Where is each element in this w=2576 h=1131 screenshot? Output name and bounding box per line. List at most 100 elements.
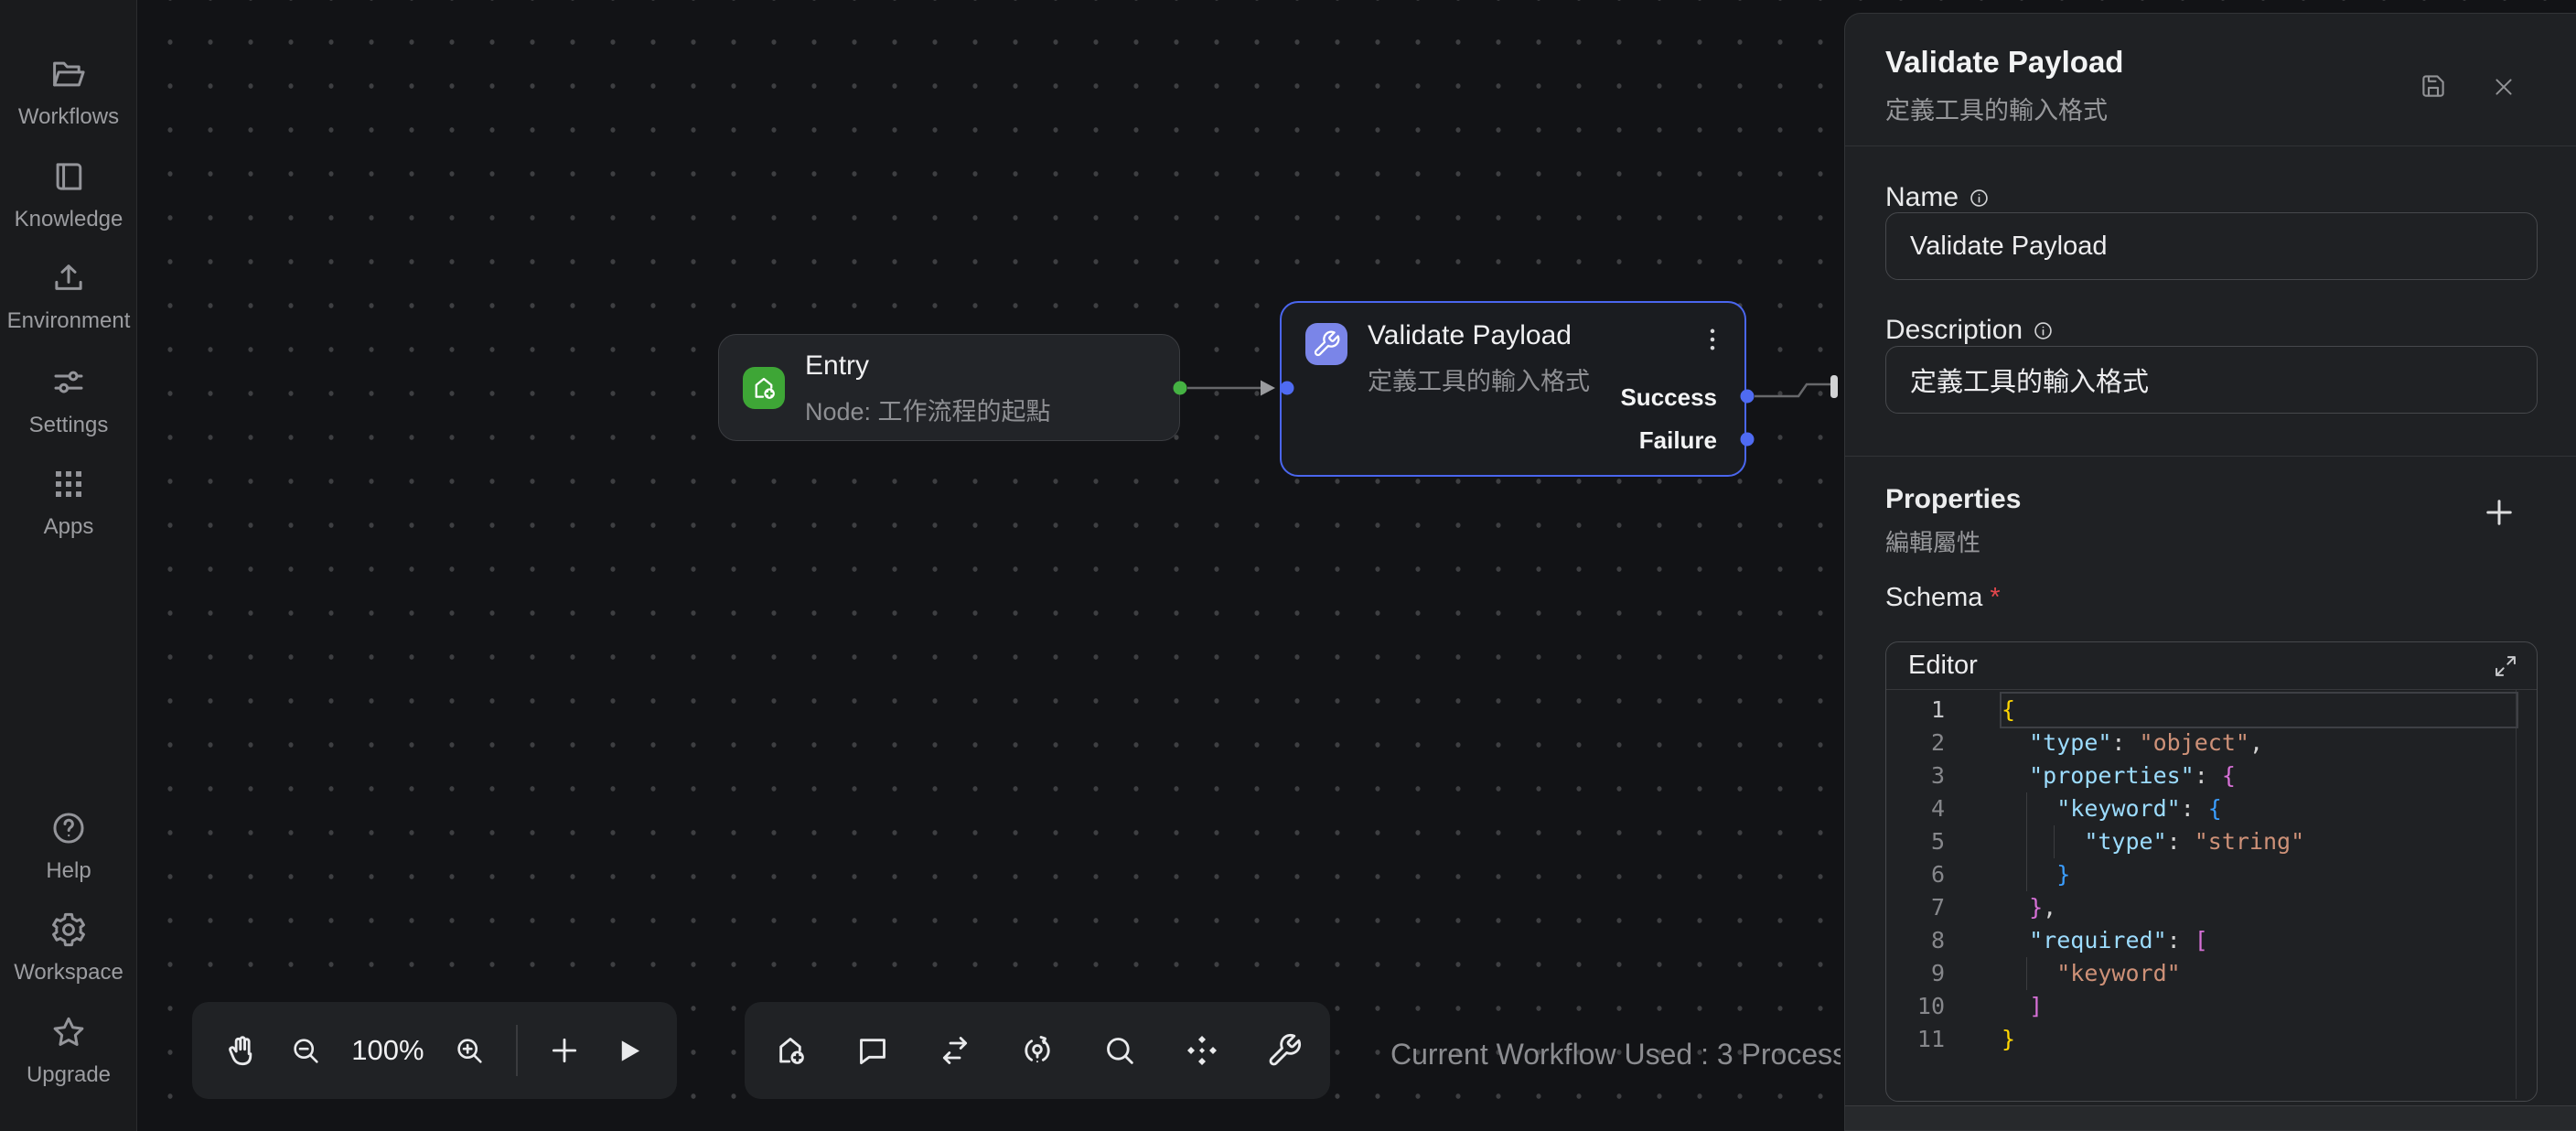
code-line[interactable]: 8 "required": [ xyxy=(1886,924,2537,957)
idea-refresh-icon xyxy=(1019,1032,1056,1069)
save-button[interactable] xyxy=(2420,72,2447,100)
schema-label: Schema* xyxy=(1885,583,2001,613)
info-icon[interactable] xyxy=(2033,320,2054,341)
code-line[interactable]: 5 "type": "string" xyxy=(1886,825,2537,858)
zoom-toolbar: 100% xyxy=(192,1002,677,1099)
sidebar-item-apps[interactable]: Apps xyxy=(0,465,137,540)
editor-header: Editor xyxy=(1886,642,2537,690)
grid-dots-icon xyxy=(49,465,88,503)
indent-guide xyxy=(2026,858,2027,891)
indent-guide xyxy=(2026,792,2027,825)
code-line[interactable]: 1{ xyxy=(1886,694,2537,727)
line-number: 7 xyxy=(1886,891,1945,924)
node-entry[interactable]: Entry Node: 工作流程的起點 xyxy=(718,334,1180,441)
sidebar-item-upgrade[interactable]: Upgrade xyxy=(0,1013,137,1088)
indent-guide xyxy=(2026,957,2027,990)
magnifier-plus-icon xyxy=(453,1034,487,1068)
zoom-out-button[interactable] xyxy=(289,1034,323,1068)
code-line[interactable]: 6 } xyxy=(1886,858,2537,891)
code-line[interactable]: 9 "keyword" xyxy=(1886,957,2537,990)
book-icon xyxy=(49,157,88,196)
hand-icon xyxy=(223,1032,260,1069)
sidebar-item-knowledge[interactable]: Knowledge xyxy=(0,157,137,232)
search-button[interactable] xyxy=(1101,1032,1138,1069)
idea-refresh-button[interactable] xyxy=(1019,1032,1056,1069)
info-icon[interactable] xyxy=(1969,188,1990,209)
node-title: Validate Payload xyxy=(1368,320,1572,351)
zoom-in-button[interactable] xyxy=(453,1034,487,1068)
sliders-icon xyxy=(49,363,88,402)
home-plus-icon xyxy=(772,1032,809,1069)
line-number: 11 xyxy=(1886,1023,1945,1056)
tools-toolbar xyxy=(745,1002,1330,1099)
close-icon xyxy=(2491,74,2517,100)
code-line[interactable]: 7 }, xyxy=(1886,891,2537,924)
wrench-icon xyxy=(1266,1032,1303,1069)
description-input[interactable] xyxy=(1885,346,2538,414)
divider xyxy=(1845,145,2576,146)
properties-subtitle: 編輯屬性 xyxy=(1885,524,1980,558)
line-number: 2 xyxy=(1886,727,1945,759)
validate-node-tile xyxy=(1305,323,1347,365)
run-workflow-button[interactable] xyxy=(612,1034,646,1068)
line-number: 1 xyxy=(1886,694,1945,727)
code-line[interactable]: 2 "type": "object", xyxy=(1886,727,2537,759)
name-input[interactable] xyxy=(1885,212,2538,280)
panel-scroll-strip xyxy=(1845,1105,2576,1130)
sidebar-item-settings[interactable]: Settings xyxy=(0,363,137,438)
move-diamond-icon xyxy=(1184,1032,1220,1069)
line-number: 6 xyxy=(1886,858,1945,891)
magnifier-minus-icon xyxy=(289,1034,323,1068)
code-lines[interactable]: 1{2 "type": "object",3 "properties": {4 … xyxy=(1886,690,2537,1099)
sidebar-item-label: Workflows xyxy=(0,104,137,130)
indent-guide xyxy=(2054,825,2055,858)
add-node-button[interactable] xyxy=(546,1032,583,1069)
close-panel-button[interactable] xyxy=(2491,74,2517,100)
code-line[interactable]: 10 ] xyxy=(1886,990,2537,1023)
editor-title: Editor xyxy=(1908,651,1978,681)
code-line[interactable]: 3 "properties": { xyxy=(1886,759,2537,792)
swap-connections-button[interactable] xyxy=(937,1032,973,1069)
plus-icon xyxy=(2480,493,2518,532)
panel-subtitle: 定義工具的輸入格式 xyxy=(1885,91,2108,126)
tools-button[interactable] xyxy=(1266,1032,1303,1069)
sidebar-item-label: Environment xyxy=(0,308,137,334)
add-property-button[interactable] xyxy=(2480,493,2518,532)
sidebar-item-help[interactable]: Help xyxy=(0,809,137,884)
panel-title: Validate Payload xyxy=(1885,45,2123,80)
output-label-success: Success xyxy=(1620,383,1717,412)
arrange-button[interactable] xyxy=(1184,1032,1220,1069)
node-menu-kebab-icon[interactable] xyxy=(1697,321,1728,358)
play-icon xyxy=(612,1034,646,1068)
schema-editor: Editor 1{2 "type": "object",3 "propertie… xyxy=(1885,641,2538,1102)
add-entry-node-button[interactable] xyxy=(772,1032,809,1069)
sidebar-item-workspace[interactable]: Workspace xyxy=(0,910,137,986)
code-line[interactable]: 11} xyxy=(1886,1023,2537,1056)
zoom-level[interactable]: 100% xyxy=(351,1034,424,1067)
expand-icon xyxy=(2493,653,2518,679)
node-subtitle: Node: 工作流程的起點 xyxy=(805,392,1051,427)
sidebar-item-label: Workspace xyxy=(0,960,137,986)
line-number: 9 xyxy=(1886,957,1945,990)
indent-guide xyxy=(2026,825,2027,858)
pan-button[interactable] xyxy=(223,1032,260,1069)
upload-icon xyxy=(49,259,88,297)
line-number: 10 xyxy=(1886,990,1945,1023)
folder-icon xyxy=(49,55,88,93)
sidebar-item-label: Help xyxy=(0,858,137,884)
sidebar-item-label: Apps xyxy=(0,514,137,540)
search-icon xyxy=(1101,1032,1138,1069)
entry-node-tile xyxy=(743,367,785,409)
node-validate-payload[interactable]: Validate Payload 定義工具的輸入格式 Success Failu… xyxy=(1280,301,1746,477)
node-subtitle: 定義工具的輸入格式 xyxy=(1368,361,1590,397)
sidebar-item-workflows[interactable]: Workflows xyxy=(0,55,137,130)
divider xyxy=(1845,456,2576,457)
sidebar-item-label: Knowledge xyxy=(0,207,137,232)
comment-icon xyxy=(854,1032,891,1069)
editor-expand-button[interactable] xyxy=(2493,653,2518,679)
workflow-usage-status: Current Workflow Used : 3 Processor xyxy=(1390,1031,1841,1077)
label-text: Description xyxy=(1885,315,2023,346)
sidebar-item-environment[interactable]: Environment xyxy=(0,259,137,334)
code-line[interactable]: 4 "keyword": { xyxy=(1886,792,2537,825)
comment-button[interactable] xyxy=(854,1032,891,1069)
